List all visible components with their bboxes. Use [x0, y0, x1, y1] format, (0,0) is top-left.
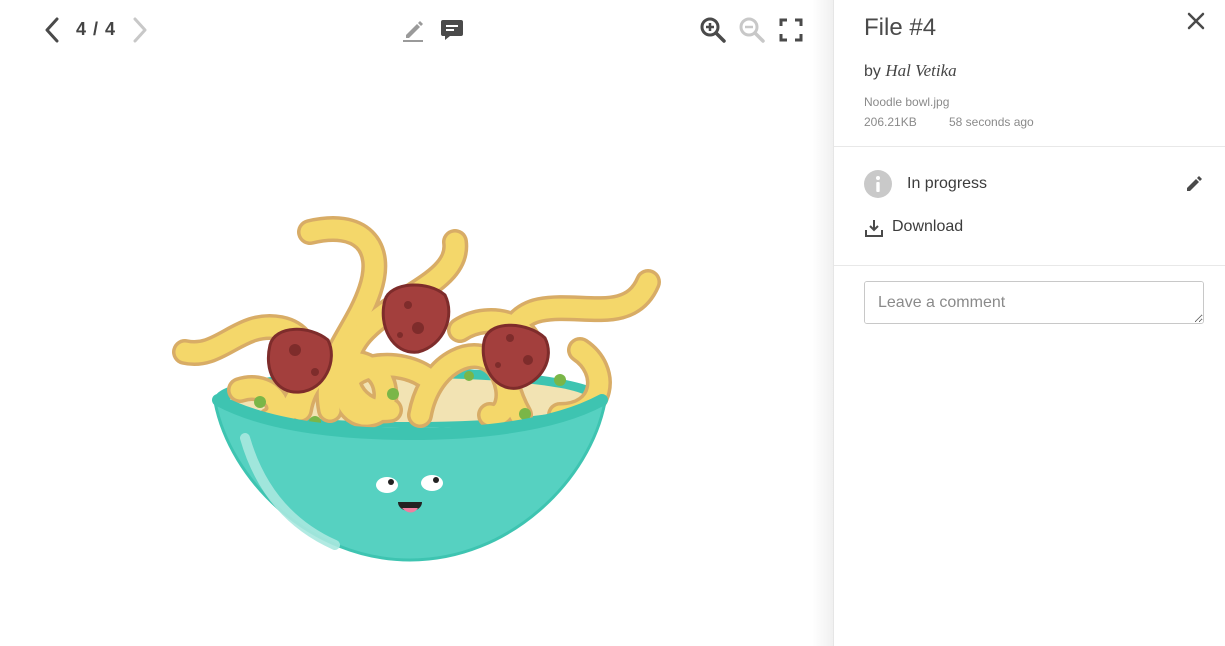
comment-input[interactable] — [864, 281, 1204, 324]
comment-icon — [441, 20, 463, 40]
download-icon — [865, 220, 883, 237]
noodle-bowl-image — [172, 216, 661, 562]
annotate-button[interactable] — [400, 16, 426, 44]
zoom-out-button[interactable] — [738, 16, 766, 44]
zoom-in-icon — [700, 17, 726, 43]
file-size: 206.21KB — [864, 115, 917, 129]
status-label: In progress — [907, 175, 988, 192]
pencil-icon — [1187, 176, 1202, 191]
close-button[interactable] — [1184, 9, 1208, 33]
fullscreen-button[interactable] — [778, 17, 804, 43]
download-button[interactable]: Download — [864, 216, 1004, 240]
file-title: File #4 — [864, 14, 937, 41]
next-button[interactable] — [128, 16, 152, 44]
pencil-icon — [403, 21, 423, 42]
status-row: In progress — [864, 170, 1204, 198]
download-label: Download — [892, 218, 964, 235]
file-details-panel: File #4 by Hal Vetika Noodle bowl.jpg 20… — [833, 0, 1225, 646]
previous-button[interactable] — [40, 16, 64, 44]
close-icon — [1187, 12, 1205, 30]
zoom-in-button[interactable] — [699, 16, 727, 44]
comments-button[interactable] — [439, 16, 465, 44]
byline: by Hal Vetika — [864, 61, 957, 81]
edit-status-button[interactable] — [1184, 174, 1204, 194]
chevron-right-icon — [133, 17, 147, 43]
page-counter: 4 / 4 — [76, 19, 117, 39]
zoom-out-icon — [739, 17, 765, 43]
file-name: Noodle bowl.jpg — [864, 95, 950, 109]
panel-shadow — [812, 0, 833, 646]
divider — [834, 146, 1225, 147]
upload-time: 58 seconds ago — [949, 115, 1034, 129]
author-name[interactable]: Hal Vetika — [885, 61, 956, 80]
chevron-left-icon — [45, 17, 59, 43]
image-viewer: 4 / 4 — [0, 0, 833, 646]
info-icon — [864, 170, 892, 198]
byline-prefix: by — [864, 63, 881, 80]
divider — [834, 265, 1225, 266]
fullscreen-icon — [779, 18, 803, 42]
